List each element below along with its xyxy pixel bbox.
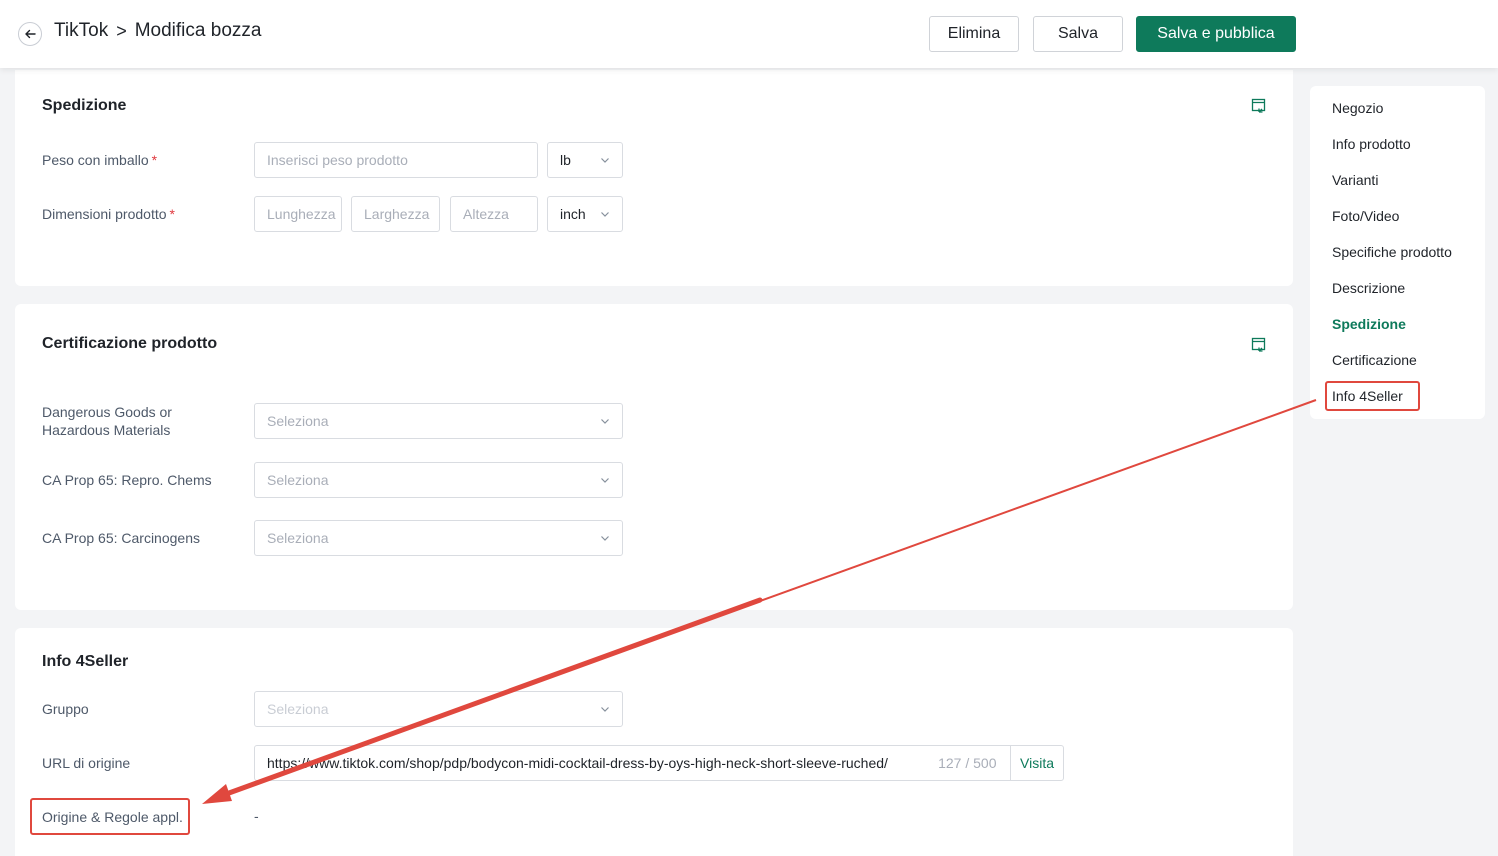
annotation-highlight-origin	[30, 798, 190, 835]
width-input[interactable]: Larghezza	[351, 196, 440, 232]
prop65-repro-label: CA Prop 65: Repro. Chems	[42, 472, 212, 488]
save-button[interactable]: Salva	[1033, 16, 1123, 52]
certification-section: Certificazione prodotto Dangerous Goods …	[15, 304, 1293, 610]
source-url-label: URL di origine	[42, 755, 131, 771]
top-bar: TikTok > Modifica bozza Elimina Salva Sa…	[0, 0, 1498, 68]
breadcrumb-root[interactable]: TikTok	[54, 20, 108, 42]
chevron-down-icon	[601, 536, 609, 541]
visit-button[interactable]: Visita	[1010, 746, 1063, 780]
chevron-down-icon	[601, 419, 609, 424]
chevron-down-icon	[601, 158, 609, 163]
dimension-unit-select[interactable]: inch	[547, 196, 623, 232]
nav-item-descrizione[interactable]: Descrizione	[1332, 280, 1405, 296]
group-select[interactable]: Seleziona	[254, 691, 623, 727]
source-url-input[interactable]: https://www.tiktok.com/shop/pdp/bodycon-…	[255, 755, 926, 771]
origin-rules-value: -	[254, 808, 259, 824]
length-input[interactable]: Lunghezza	[254, 196, 342, 232]
annotation-highlight-nav	[1325, 381, 1420, 411]
chevron-down-icon	[601, 478, 609, 483]
nav-item-varianti[interactable]: Varianti	[1332, 172, 1378, 188]
height-input[interactable]: Altezza	[450, 196, 538, 232]
nav-item-negozio[interactable]: Negozio	[1332, 100, 1383, 116]
collapse-icon[interactable]	[1251, 337, 1267, 353]
save-and-publish-button[interactable]: Salva e pubblica	[1136, 16, 1296, 52]
chevron-down-icon	[601, 212, 609, 217]
prop65-carcinogens-select[interactable]: Seleziona	[254, 520, 623, 556]
info-4seller-section: Info 4Seller Gruppo Seleziona URL di ori…	[15, 628, 1293, 856]
dimensions-label: Dimensioni prodotto *	[42, 206, 175, 222]
breadcrumb: TikTok > Modifica bozza	[54, 20, 261, 42]
weight-label: Peso con imballo *	[42, 152, 158, 168]
dangerous-goods-label: Dangerous Goods or Hazardous Materials	[42, 404, 172, 438]
section-title: Info 4Seller	[42, 653, 129, 670]
section-title: Certificazione prodotto	[42, 335, 218, 352]
weight-input[interactable]: Inserisci peso prodotto	[254, 142, 538, 178]
nav-item-spedizione[interactable]: Spedizione	[1332, 316, 1406, 332]
source-url-field[interactable]: https://www.tiktok.com/shop/pdp/bodycon-…	[254, 745, 1064, 781]
weight-unit-select[interactable]: lb	[547, 142, 623, 178]
back-button[interactable]	[18, 22, 42, 46]
nav-item-foto-video[interactable]: Foto/Video	[1332, 208, 1399, 224]
nav-item-certificazione[interactable]: Certificazione	[1332, 352, 1417, 368]
dangerous-goods-select[interactable]: Seleziona	[254, 403, 623, 439]
prop65-carcinogens-label: CA Prop 65: Carcinogens	[42, 530, 200, 546]
section-title: Spedizione	[42, 97, 127, 114]
section-nav: Negozio Info prodotto Varianti Foto/Vide…	[1310, 86, 1485, 419]
collapse-icon[interactable]	[1251, 98, 1267, 114]
prop65-repro-select[interactable]: Seleziona	[254, 462, 623, 498]
nav-item-specifiche-prodotto[interactable]: Specifiche prodotto	[1332, 244, 1452, 260]
nav-item-info-prodotto[interactable]: Info prodotto	[1332, 136, 1411, 152]
chevron-down-icon	[601, 707, 609, 712]
char-counter: 127 / 500	[938, 755, 997, 771]
arrow-left-icon	[25, 29, 36, 39]
group-label: Gruppo	[42, 701, 89, 717]
delete-button[interactable]: Elimina	[929, 16, 1019, 52]
breadcrumb-separator: >	[116, 20, 127, 41]
shipping-section: Spedizione Peso con imballo * Inserisci p…	[15, 70, 1293, 286]
page-title: Modifica bozza	[134, 20, 262, 41]
